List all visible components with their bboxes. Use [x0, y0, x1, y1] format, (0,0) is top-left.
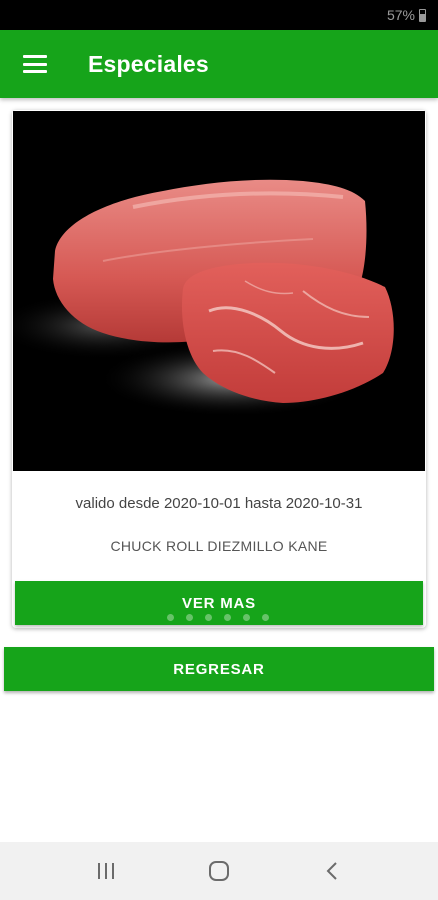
- hamburger-menu-icon[interactable]: [23, 55, 47, 73]
- battery-percent: 57%: [386, 7, 415, 23]
- special-card: valido desde 2020-10-01 hasta 2020-10-31…: [12, 110, 426, 628]
- product-image: [13, 111, 425, 471]
- system-nav-bar: [0, 842, 438, 900]
- recents-icon[interactable]: [86, 851, 126, 891]
- back-icon[interactable]: [312, 851, 352, 891]
- product-name: CHUCK ROLL DIEZMILLO KANE: [110, 538, 328, 554]
- app-bar: Especiales: [0, 30, 438, 98]
- pager-dot[interactable]: [205, 614, 212, 621]
- regresar-button[interactable]: REGRESAR: [4, 647, 434, 691]
- carousel-pager: [167, 614, 269, 621]
- pager-dot[interactable]: [243, 614, 250, 621]
- pager-dot[interactable]: [186, 614, 193, 621]
- pager-dot[interactable]: [262, 614, 269, 621]
- validity-dates: valido desde 2020-10-01 hasta 2020-10-31: [75, 495, 363, 512]
- home-icon[interactable]: [199, 851, 239, 891]
- page-title: Especiales: [88, 50, 209, 77]
- pager-dot[interactable]: [224, 614, 231, 621]
- battery-icon: [419, 8, 426, 22]
- status-bar: 57%: [0, 0, 438, 30]
- meat-illustration: [13, 179, 394, 417]
- battery-indicator: 57%: [387, 7, 426, 23]
- pager-dot[interactable]: [167, 614, 174, 621]
